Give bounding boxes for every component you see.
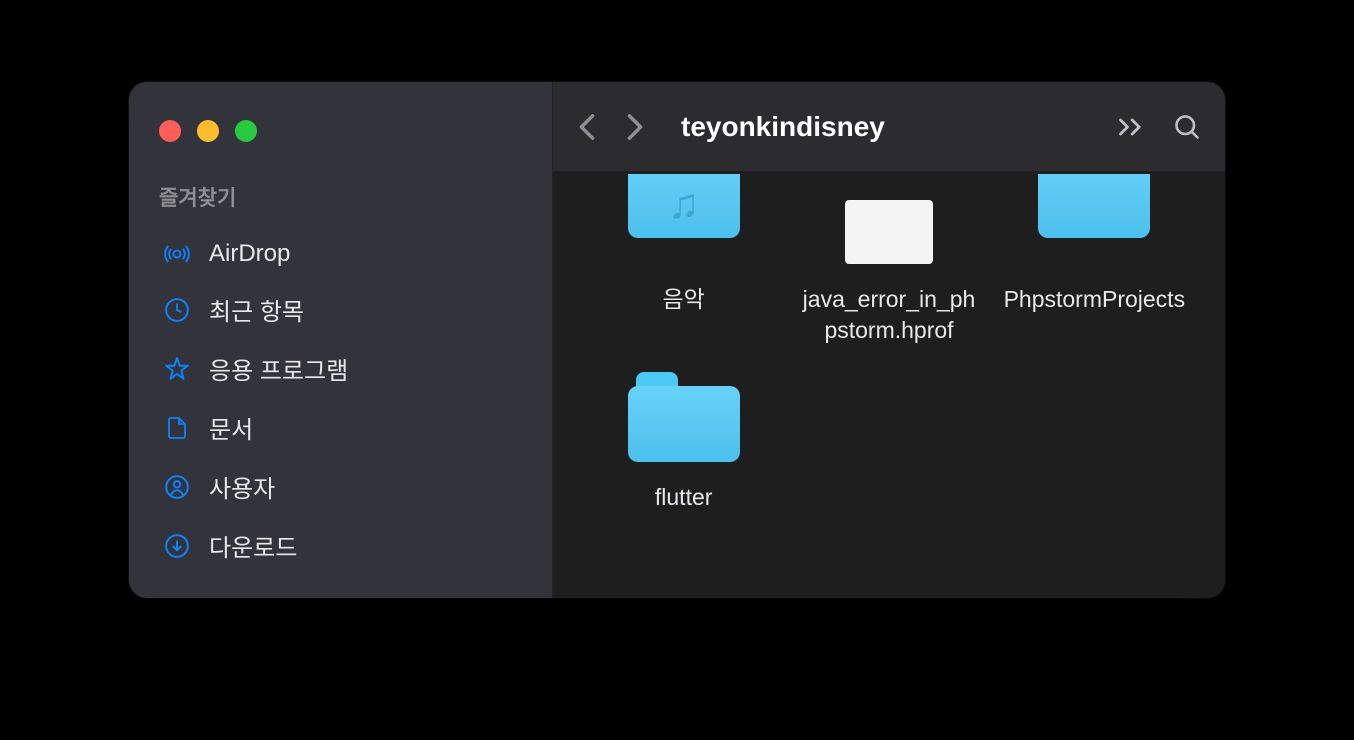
- item-label: flutter: [655, 482, 713, 513]
- search-icon: [1173, 113, 1201, 141]
- airdrop-icon: [163, 240, 191, 268]
- items-grid: ♫ 음악 java_error_in_phpstorm.hprof: [591, 172, 1187, 513]
- sidebar-favorites-list: AirDrop 최근 항목 응용 프로그램: [157, 228, 528, 575]
- folder-flutter[interactable]: flutter: [591, 370, 776, 513]
- folder-icon: [1034, 176, 1154, 264]
- music-note-icon: ♫: [668, 180, 700, 228]
- apps-icon: [163, 355, 191, 383]
- sidebar-item-documents[interactable]: 문서: [157, 398, 528, 457]
- sidebar-item-label: 문서: [209, 410, 253, 445]
- content-area[interactable]: ♫ 음악 java_error_in_phpstorm.hprof: [553, 172, 1225, 598]
- minimize-button[interactable]: [197, 120, 219, 142]
- clock-icon: [163, 296, 191, 324]
- download-icon: [163, 532, 191, 560]
- user-icon: [163, 473, 191, 501]
- sidebar-section-favorites-title: 즐겨찾기: [157, 182, 528, 212]
- sidebar-item-label: AirDrop: [209, 240, 290, 268]
- sidebar-item-recents[interactable]: 최근 항목: [157, 280, 528, 339]
- document-icon: [163, 414, 191, 442]
- back-button[interactable]: [577, 112, 597, 142]
- file-icon: [829, 176, 949, 264]
- item-label: 음악: [663, 284, 705, 315]
- sidebar-item-label: 다운로드: [209, 528, 297, 563]
- sidebar-item-downloads[interactable]: 다운로드: [157, 516, 528, 575]
- folder-music[interactable]: ♫ 음악: [591, 172, 776, 346]
- fullscreen-button[interactable]: [235, 120, 257, 142]
- forward-button[interactable]: [625, 112, 645, 142]
- search-button[interactable]: [1173, 113, 1201, 141]
- chevron-double-right-icon: [1117, 117, 1145, 137]
- sidebar: 즐겨찾기 AirDrop: [129, 82, 553, 598]
- chevron-left-icon: [578, 113, 596, 141]
- sidebar-item-label: 최근 항목: [209, 292, 304, 327]
- sidebar-item-label: 사용자: [209, 469, 275, 504]
- sidebar-item-label: 응용 프로그램: [209, 351, 348, 386]
- window-title: teyonkindisney: [681, 111, 1117, 143]
- main-panel: teyonkindisney: [553, 82, 1225, 598]
- item-label: java_error_in_phpstorm.hprof: [796, 284, 981, 346]
- window-controls: [157, 120, 528, 142]
- nav-buttons: [577, 112, 645, 142]
- more-button[interactable]: [1117, 117, 1145, 137]
- finder-window: 즐겨찾기 AirDrop: [129, 82, 1225, 598]
- file-java-error-hprof[interactable]: java_error_in_phpstorm.hprof: [796, 172, 981, 346]
- toolbar-right: [1117, 113, 1201, 141]
- sidebar-item-applications[interactable]: 응용 프로그램: [157, 339, 528, 398]
- folder-icon: [624, 374, 744, 462]
- close-button[interactable]: [159, 120, 181, 142]
- folder-phpstorm-projects[interactable]: PhpstormProjects: [1002, 172, 1187, 346]
- toolbar: teyonkindisney: [553, 82, 1225, 172]
- item-label: PhpstormProjects: [1004, 284, 1186, 315]
- sidebar-item-user[interactable]: 사용자: [157, 457, 528, 516]
- chevron-right-icon: [626, 113, 644, 141]
- sidebar-item-airdrop[interactable]: AirDrop: [157, 228, 528, 280]
- folder-music-icon: ♫: [624, 176, 744, 264]
